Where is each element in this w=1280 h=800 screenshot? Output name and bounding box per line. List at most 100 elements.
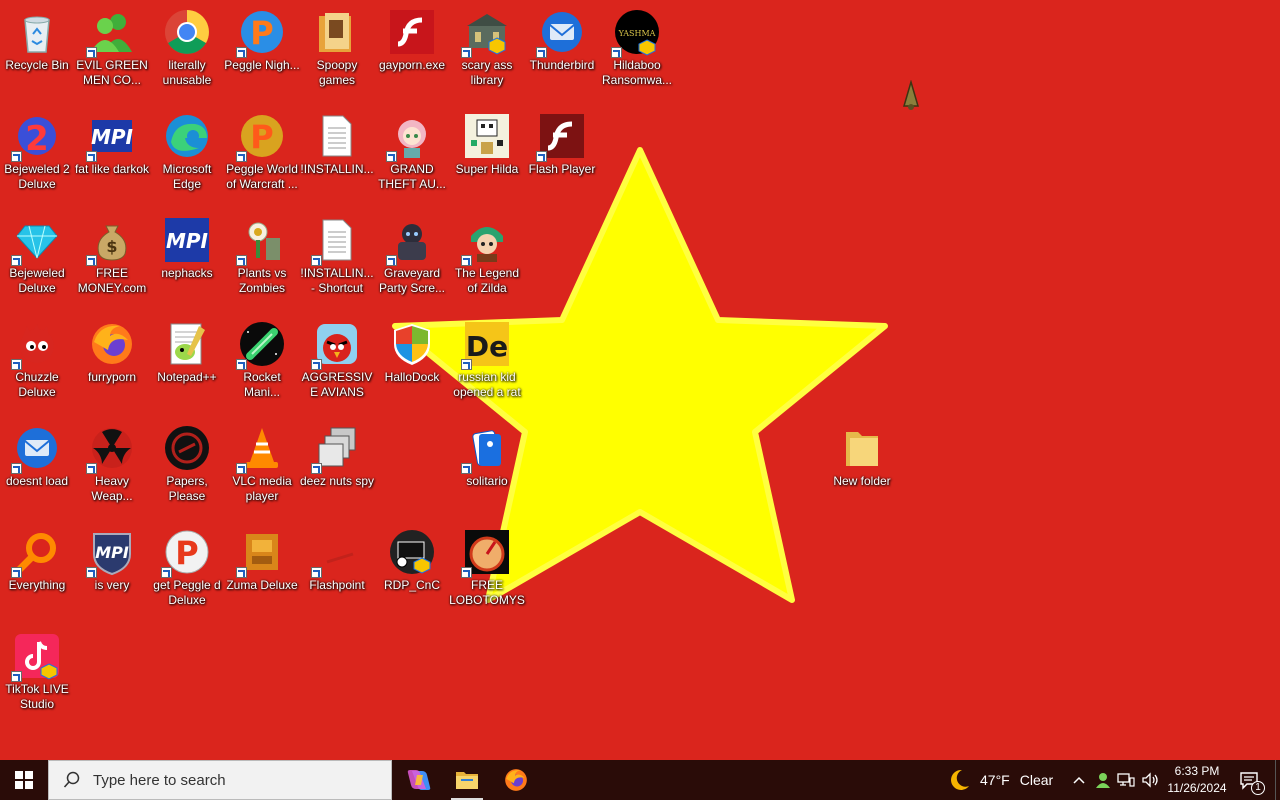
desktop-icon-label: Thunderbird xyxy=(529,58,595,72)
desktop-icon-vlc[interactable]: VLC media player xyxy=(225,416,299,516)
desktop-icon-doesnt-load[interactable]: doesnt load xyxy=(0,416,74,516)
desktop-icon-microsoft-edge[interactable]: Microsoft Edge xyxy=(150,104,224,204)
shield-icon xyxy=(388,320,436,368)
flash-icon xyxy=(536,112,586,162)
desktop-icon-label: RDP_CnC xyxy=(383,578,440,592)
shortcut-arrow-icon xyxy=(11,255,22,266)
desktop-icon-nephacks[interactable]: MPI nephacks xyxy=(150,208,224,308)
show-hidden-icons-button[interactable] xyxy=(1068,760,1090,800)
folder-icon xyxy=(313,8,361,56)
shortcut-arrow-icon xyxy=(11,151,22,162)
taskbar-app-firefox[interactable] xyxy=(492,760,540,800)
notepad-plus-plus-icon xyxy=(163,320,211,368)
desktop-icon-hallodock[interactable]: HalloDock xyxy=(375,312,449,412)
shortcut-arrow-icon xyxy=(236,151,247,162)
pixel-art-icon xyxy=(463,112,511,160)
desktop-icon-hildaboo-ransomware[interactable]: YASHMA Hildaboo Ransomwa... xyxy=(600,0,674,100)
file-explorer-icon xyxy=(456,772,478,789)
desktop-icon-label: Notepad++ xyxy=(157,370,217,384)
desktop-icon-everything[interactable]: Everything xyxy=(0,520,74,620)
desktop-icon-flash-player[interactable]: Flash Player xyxy=(525,104,599,204)
taskbar-search-box[interactable]: Type here to search xyxy=(48,760,392,800)
desktop-icon-label: Flashpoint xyxy=(309,578,365,592)
desktop-icon-thunderbird[interactable]: Thunderbird xyxy=(525,0,599,100)
svg-text:$: $ xyxy=(106,237,117,256)
shortcut-arrow-icon xyxy=(536,47,547,58)
shortcut-arrow-icon xyxy=(461,47,472,58)
tray-user-icon[interactable] xyxy=(1092,760,1114,800)
desktop-icon-legend-of-zilda[interactable]: The Legend of Zilda xyxy=(450,208,524,308)
desktop-icon-gayporn-exe[interactable]: gayporn.exe xyxy=(375,0,449,100)
show-desktop-button[interactable] xyxy=(1275,760,1280,800)
start-button[interactable] xyxy=(0,760,48,800)
desktop-icon-fat-like-darkok[interactable]: MPI fat like darkok xyxy=(75,104,149,204)
yashma-icon: YASHMA xyxy=(611,8,661,58)
desktop-icon-furryporn[interactable]: furryporn xyxy=(75,312,149,412)
desktop-icon-label: gayporn.exe xyxy=(378,58,446,72)
search-icon xyxy=(63,771,80,788)
desktop-icon-is-very[interactable]: MPI is very xyxy=(75,520,149,620)
desktop-icon-papers-please[interactable]: Papers, Please xyxy=(150,416,224,516)
desktop-icon-label: doesnt load xyxy=(5,474,69,488)
desktop-icon-notepad-plus-plus[interactable]: Notepad++ xyxy=(150,312,224,412)
desktop-icon-tiktok-live-studio[interactable]: TikTok LIVE Studio xyxy=(0,624,74,724)
desktop-icon-recycle-bin[interactable]: Recycle Bin xyxy=(0,0,74,100)
taskbar-app-file-explorer[interactable] xyxy=(443,760,491,800)
svg-text:MPI: MPI xyxy=(166,229,209,253)
desktop-icon-label: FREE MONEY.com xyxy=(77,266,147,295)
weather-widget[interactable]: 47°F Clear xyxy=(946,760,1053,800)
desktop-icon-installin[interactable]: !INSTALLIN... xyxy=(300,104,374,204)
taskbar: Type here to search 47°F Clear 6:33 PM 1… xyxy=(0,760,1280,800)
desktop-icon-label: Super Hilda xyxy=(455,162,519,176)
desktop-icon-evil-green-men[interactable]: EVIL GREEN MEN CO... xyxy=(75,0,149,100)
shortcut-arrow-icon xyxy=(311,359,322,370)
action-center-button[interactable]: 1 xyxy=(1234,760,1265,800)
desktop-icon-plants-vs-zombies[interactable]: Plants vs Zombies xyxy=(225,208,299,308)
tray-network-button[interactable] xyxy=(1115,760,1137,800)
desktop-icon-installin-shortcut[interactable]: !INSTALLIN... - Shortcut xyxy=(300,208,374,308)
taskbar-clock[interactable]: 6:33 PM 11/26/2024 xyxy=(1162,763,1232,797)
desktop-icon-label: Microsoft Edge xyxy=(162,162,212,191)
desktop-icon-super-hilda[interactable]: Super Hilda xyxy=(450,104,524,204)
desktop-icon-free-lobotomys[interactable]: FREE LOBOTOMYS xyxy=(449,520,525,620)
desktop-icon-aggressive-avians[interactable]: AGGRESSIVE AVIANS xyxy=(300,312,374,412)
desktop-icon-label: EVIL GREEN MEN CO... xyxy=(76,58,148,87)
desktop[interactable]: Recycle Bin EVIL GREEN MEN CO... literal… xyxy=(0,0,1280,760)
vlc-icon xyxy=(236,424,286,474)
taskbar-app-copilot[interactable] xyxy=(395,760,443,800)
desktop-icon-free-money[interactable]: $ FREE MONEY.com xyxy=(75,208,149,308)
shortcut-arrow-icon xyxy=(11,463,22,474)
desktop-icon-new-folder[interactable]: New folder xyxy=(825,416,899,516)
bell-cursor-icon xyxy=(903,80,919,110)
desktop-icon-peggle-wow[interactable]: P Peggle World of Warcraft ... xyxy=(225,104,299,204)
desktop-icon-russian-kid[interactable]: De russian kid opened a rat xyxy=(450,312,524,412)
desktop-icon-label: Recycle Bin xyxy=(5,58,69,72)
tray-volume-button[interactable] xyxy=(1139,760,1161,800)
people-icon xyxy=(1096,773,1110,788)
desktop-icon-bejeweled-deluxe[interactable]: Bejeweled Deluxe xyxy=(0,208,74,308)
desktop-icon-scary-ass-library[interactable]: scary ass library xyxy=(450,0,524,100)
desktop-icon-rdp-cnc[interactable]: RDP_CnC xyxy=(375,520,449,620)
shortcut-arrow-icon xyxy=(236,567,247,578)
desktop-icon-peggle-nights[interactable]: P Peggle Nigh... xyxy=(224,0,300,100)
shortcut-arrow-icon xyxy=(86,47,97,58)
desktop-icon-label: Bejeweled Deluxe xyxy=(9,266,65,295)
speaker-icon xyxy=(1142,772,1158,788)
desktop-icon-spoopy-games[interactable]: Spoopy games xyxy=(300,0,374,100)
desktop-icon-heavy-weapon[interactable]: Heavy Weap... xyxy=(75,416,149,516)
desktop-icon-flashpoint[interactable]: Flashpoint xyxy=(300,520,374,620)
desktop-icon-grand-theft-au[interactable]: GRAND THEFT AU... xyxy=(375,104,449,204)
desktop-icon-chuzzle[interactable]: Chuzzle Deluxe xyxy=(0,312,74,412)
desktop-icon-literally-unusable[interactable]: literally unusable xyxy=(150,0,224,100)
desktop-icon-label: TikTok LIVE Studio xyxy=(5,682,69,711)
plants-vs-zombies-icon xyxy=(236,216,286,266)
desktop-icon-get-peggle-deluxe[interactable]: P get Peggle d Deluxe xyxy=(150,520,224,620)
desktop-icon-bejeweled-2[interactable]: 2 Bejeweled 2 Deluxe xyxy=(0,104,74,204)
desktop-icon-rocket-mania[interactable]: Rocket Mani... xyxy=(225,312,299,412)
desktop-icon-deez-nuts-spy[interactable]: deez nuts spy xyxy=(300,416,374,516)
desktop-icon-solitario[interactable]: solitario xyxy=(450,416,524,516)
shortcut-arrow-icon xyxy=(11,567,22,578)
shortcut-arrow-icon xyxy=(461,255,472,266)
desktop-icon-graveyard-party[interactable]: Graveyard Party Scre... xyxy=(375,208,449,308)
desktop-icon-zuma-deluxe[interactable]: Zuma Deluxe xyxy=(225,520,299,620)
